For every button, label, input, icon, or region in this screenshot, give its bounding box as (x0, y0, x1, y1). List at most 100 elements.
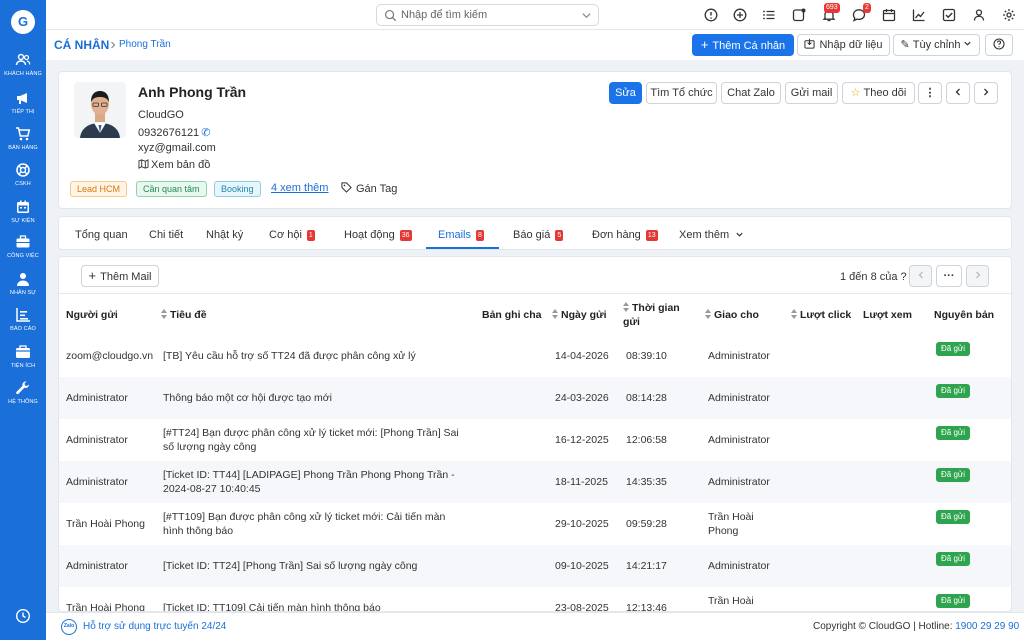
add-circle-icon[interactable] (733, 8, 747, 22)
sidebar-item-system[interactable]: HỆ THỐNG (0, 380, 46, 405)
clock-icon[interactable] (15, 608, 31, 624)
assign-tag-button[interactable]: Gán Tag (341, 182, 397, 195)
table-row[interactable]: Administrator [#TT24] Bạn được phân công… (59, 419, 1011, 461)
chevron-down-icon[interactable] (581, 10, 592, 21)
table-row[interactable]: Administrator Thông báo một cơ hội được … (59, 377, 1011, 419)
import-data-button[interactable]: Nhập dữ liệu (797, 34, 890, 56)
help-button[interactable] (985, 34, 1013, 56)
support-icon (16, 163, 30, 177)
sidebar-item-reports[interactable]: BÁO CÁO (0, 307, 46, 332)
tab-more[interactable]: Xem thêm (679, 229, 744, 241)
tab-details[interactable]: Chi tiết (149, 229, 183, 241)
status-badge: Đã gửi (936, 342, 971, 356)
chevron-right-icon (984, 88, 989, 96)
search-icon (384, 9, 397, 22)
customize-button[interactable]: ✎ Tùy chỉnh (893, 34, 980, 56)
sidebar: G KHÁCH HÀNG TIẾP THỊ BÁN HÀNG CSKH SỰ K… (0, 0, 46, 640)
sidebar-item-cskh[interactable]: CSKH (0, 162, 46, 187)
next-page-button[interactable] (966, 265, 989, 287)
table-row[interactable]: Administrator [Ticket ID: TT24] [Phong T… (59, 545, 1011, 587)
col-sent-date[interactable]: Ngày gửi (552, 309, 607, 321)
phone-icon[interactable]: ✆ (201, 127, 210, 139)
follow-button[interactable]: ☆ Theo dõi (842, 82, 915, 104)
plus-icon: + (88, 268, 97, 283)
add-person-button[interactable]: + Thêm Cá nhân (692, 34, 794, 56)
hotline-number[interactable]: 1900 29 29 90 (955, 621, 1019, 632)
chevron-right-icon (975, 271, 980, 279)
col-parent-record[interactable]: Bản ghi cha (482, 309, 542, 321)
task-icon[interactable] (792, 8, 806, 22)
tag-can-quan-tam[interactable]: Cần quan tâm (136, 181, 207, 197)
sort-icon (705, 309, 711, 319)
tag-lead-hcm[interactable]: Lead HCM (70, 181, 128, 197)
top-bar: Nhập để tìm kiếm 693 2 (46, 0, 1024, 30)
report-icon (16, 308, 30, 322)
col-clicks[interactable]: Lượt click (791, 309, 851, 321)
next-record-button[interactable] (974, 82, 998, 104)
emails-panel: + Thêm Mail 1 đến 8 của? ··· Người gửi Ti… (58, 256, 1012, 612)
phone-number[interactable]: 0932676121 ✆ (138, 126, 210, 139)
gear-icon[interactable] (1002, 8, 1016, 22)
find-organization-button[interactable]: Tìm Tổ chức (646, 82, 717, 104)
sidebar-item-customers[interactable]: KHÁCH HÀNG (0, 52, 46, 77)
tab-opportunities[interactable]: Cơ hội 1 (269, 229, 315, 241)
search-box[interactable]: Nhập để tìm kiếm (376, 4, 599, 26)
table-row[interactable]: Administrator [Ticket ID: TT44] [LADIPAG… (59, 461, 1011, 503)
pagination-info: 1 đến 8 của? (840, 271, 907, 283)
table-row[interactable]: zoom@cloudgo.vn [TB] Yêu cầu hỗ trợ số T… (59, 335, 1011, 377)
more-options-button[interactable]: ⋮ (918, 82, 942, 104)
tab-overview[interactable]: Tổng quan (75, 229, 128, 241)
col-assignee[interactable]: Giao cho (705, 309, 759, 321)
view-map-link[interactable]: Xem bản đồ (138, 159, 210, 171)
table-row[interactable]: Trần Hoài Phong [Ticket ID: TT109] Cải t… (59, 587, 1011, 611)
breadcrumb-section[interactable]: CÁ NHÂN (54, 38, 109, 52)
sidebar-item-tasks[interactable]: CÔNG VIỆC (0, 234, 46, 259)
zalo-icon[interactable]: Zalo (61, 619, 77, 635)
chat-zalo-button[interactable]: Chat Zalo (721, 82, 781, 104)
sidebar-item-sales[interactable]: BÁN HÀNG (0, 126, 46, 151)
tag-booking[interactable]: Booking (214, 181, 261, 197)
tab-activities[interactable]: Hoạt động 36 (344, 229, 412, 241)
prev-page-button[interactable] (909, 265, 932, 287)
checkbox-icon[interactable] (942, 8, 956, 22)
help-icon (993, 38, 1005, 50)
app-logo[interactable]: G (11, 10, 35, 34)
user-icon[interactable] (972, 8, 986, 22)
tab-emails[interactable]: Emails 8 (438, 229, 484, 241)
divider (59, 293, 1011, 294)
info-icon[interactable] (704, 8, 718, 22)
page-more-button[interactable]: ··· (936, 265, 962, 287)
search-input[interactable]: Nhập để tìm kiếm (401, 9, 487, 21)
tag-icon (341, 182, 352, 193)
support-link[interactable]: Hỗ trợ sử dụng trực tuyến 24/24 (83, 621, 226, 632)
table-row[interactable]: Trần Hoài Phong [#TT109] Bạn được phân c… (59, 503, 1011, 545)
chart-line-icon[interactable] (912, 8, 926, 22)
col-subject[interactable]: Tiêu đề (161, 309, 207, 321)
tab-activity-log[interactable]: Nhật ký (206, 229, 243, 241)
col-original[interactable]: Nguyên bản (934, 309, 994, 321)
company-name[interactable]: CloudGO (138, 109, 184, 121)
sidebar-item-utilities[interactable]: TIỆN ÍCH (0, 344, 46, 369)
prev-record-button[interactable] (946, 82, 970, 104)
col-sender[interactable]: Người gửi (66, 309, 118, 321)
list-icon[interactable] (762, 8, 776, 22)
more-tags-link[interactable]: 4 xem thêm (271, 182, 328, 194)
send-mail-button[interactable]: Gửi mail (785, 82, 838, 104)
calendar-icon (17, 200, 29, 213)
email-address[interactable]: xyz@gmail.com (138, 142, 216, 154)
add-mail-button[interactable]: + Thêm Mail (81, 265, 159, 287)
calendar-icon[interactable] (882, 8, 896, 22)
status-badge: Đã gửi (936, 468, 971, 482)
cart-icon (16, 127, 31, 141)
tab-orders[interactable]: Đơn hàng 13 (592, 229, 658, 241)
col-views[interactable]: Lượt xem (863, 309, 912, 321)
avatar (74, 82, 126, 138)
sidebar-item-marketing[interactable]: TIẾP THỊ (0, 90, 46, 115)
tab-quotes[interactable]: Báo giá 5 (513, 229, 564, 241)
status-badge: Đã gửi (936, 384, 971, 398)
col-sent-time[interactable]: Thời gian gửi (623, 301, 683, 329)
sidebar-item-hr[interactable]: NHÂN SỰ (0, 271, 46, 296)
sidebar-item-events[interactable]: SỰ KIỆN (0, 199, 46, 224)
edit-button[interactable]: Sửa (609, 82, 642, 104)
notification-badge: 693 (824, 3, 840, 13)
